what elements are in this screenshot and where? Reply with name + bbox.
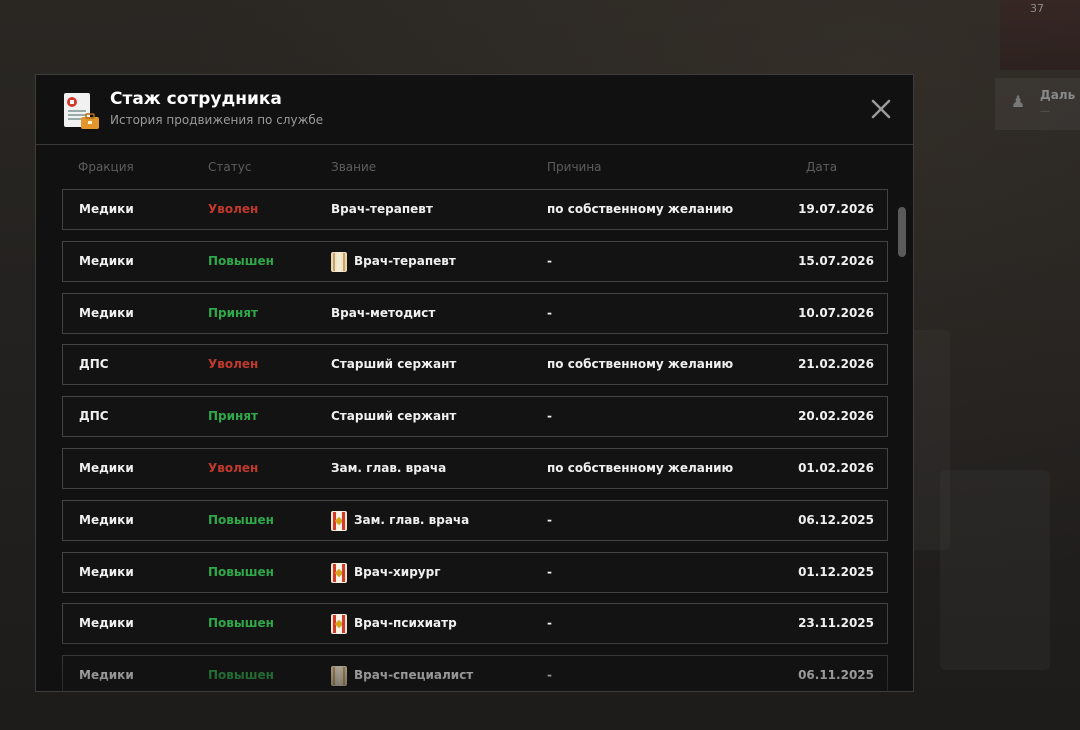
cell-reason: - [547, 513, 552, 527]
cell-status: Повышен [208, 565, 274, 579]
rank-insignia-icon [331, 613, 347, 634]
cell-reason: - [547, 668, 552, 682]
rank-label: Старший сержант [331, 357, 457, 371]
column-header-reason: Причина [547, 160, 602, 174]
column-header-status: Статус [208, 160, 252, 174]
table-row[interactable]: Медики Принят Врач-методист - 10.07.2026 [62, 293, 888, 334]
cell-rank: Врач-хирург [331, 553, 440, 592]
rank-label: Врач-терапевт [354, 254, 456, 268]
table-row[interactable]: Медики Уволен Зам. глав. врача по собственн… [62, 448, 888, 489]
cell-status: Повышен [208, 668, 274, 682]
history-list[interactable]: Медики Уволен Врач-терапевт по собственному… [62, 189, 890, 691]
cell-faction: Медики [79, 202, 134, 216]
cell-reason: - [547, 254, 552, 268]
cell-rank: Старший сержант [331, 397, 456, 436]
cell-reason: по собственному желанию [547, 357, 734, 371]
cell-rank: Зам. глав. врача [331, 501, 469, 540]
table-row[interactable]: Медики Повышен Врач-психиатр - 23.11.2025 [62, 603, 888, 644]
hud-panel-sub: — [1040, 106, 1050, 117]
cell-reason: по собственному желанию [547, 461, 734, 475]
column-header-faction: Фракция [78, 160, 134, 174]
column-header-rank: Звание [331, 160, 377, 174]
table-row[interactable]: Медики Повышен Врач-специалист - 06.11.2025 [62, 655, 888, 691]
table-row[interactable]: ДПС Принят Старший сержант - 20.02.2026 [62, 396, 888, 437]
rank-label: Врач-психиатр [354, 616, 457, 630]
rank-label: Зам. глав. врача [354, 513, 470, 527]
modal-subtitle: История продвижения по службе [110, 113, 324, 127]
cell-date: 01.12.2025 [798, 565, 874, 579]
cell-date: 15.07.2026 [798, 254, 874, 268]
rank-label: Зам. глав. врача [331, 461, 447, 475]
rank-label: Врач-хирург [354, 565, 441, 579]
cell-faction: Медики [79, 306, 134, 320]
cell-status: Уволен [208, 202, 259, 216]
background-shape [940, 470, 1050, 670]
rank-insignia-icon [331, 665, 347, 686]
rank-label: Врач-методист [331, 306, 436, 320]
cell-status: Повышен [208, 254, 274, 268]
cell-reason: по собственному желанию [547, 202, 734, 216]
modal-title: Стаж сотрудника [110, 89, 282, 109]
cell-date: 19.07.2026 [798, 202, 874, 216]
table-row[interactable]: Медики Уволен Врач-терапевт по собственному… [62, 189, 888, 230]
document-icon [64, 93, 99, 129]
scrollbar-thumb[interactable] [898, 207, 906, 257]
cell-date: 21.02.2026 [798, 357, 874, 371]
cell-status: Принят [208, 409, 258, 423]
rank-insignia-icon [331, 562, 347, 583]
cell-faction: Медики [79, 616, 134, 630]
cell-rank: Врач-методист [331, 294, 435, 333]
cell-rank: Старший сержант [331, 345, 456, 384]
rank-label: Старший сержант [331, 409, 457, 423]
table-row[interactable]: Медики Повышен Врач-хирург - 01.12.2025 [62, 552, 888, 593]
rank-label: Врач-специалист [354, 668, 474, 682]
cell-reason: - [547, 616, 552, 630]
cell-rank: Врач-специалист [331, 656, 474, 691]
service-history-modal: Стаж сотрудника История продвижения по с… [35, 74, 914, 692]
rank-insignia-icon [331, 251, 347, 272]
hud-top-text: 37 [1030, 2, 1044, 15]
cell-faction: ДПС [79, 409, 109, 423]
cell-status: Повышен [208, 616, 274, 630]
column-header-date: Дата [806, 160, 838, 174]
modal-header: Стаж сотрудника История продвижения по с… [36, 75, 913, 145]
cell-status: Уволен [208, 357, 259, 371]
cell-reason: - [547, 306, 552, 320]
table-row[interactable]: Медики Повышен Врач-терапевт - 15.07.2026 [62, 241, 888, 282]
cell-date: 20.02.2026 [798, 409, 874, 423]
cell-date: 06.12.2025 [798, 513, 874, 527]
cell-faction: Медики [79, 668, 134, 682]
table-row[interactable]: Медики Повышен Зам. глав. врача - 06.12.2025 [62, 500, 888, 541]
cell-reason: - [547, 409, 552, 423]
rank-label: Врач-терапевт [331, 202, 433, 216]
table-row[interactable]: ДПС Уволен Старший сержант по собственному … [62, 344, 888, 385]
cell-date: 10.07.2026 [798, 306, 874, 320]
cell-date: 06.11.2025 [798, 668, 874, 682]
cell-faction: Медики [79, 513, 134, 527]
cell-rank: Врач-психиатр [331, 604, 457, 643]
cell-faction: Медики [79, 461, 134, 475]
hud-panel-label: Даль [1040, 88, 1076, 102]
close-icon[interactable] [869, 97, 893, 121]
cell-rank: Врач-терапевт [331, 190, 433, 229]
cell-reason: - [547, 565, 552, 579]
cell-rank: Врач-терапевт [331, 242, 456, 281]
cell-faction: Медики [79, 565, 134, 579]
cell-status: Уволен [208, 461, 259, 475]
rank-insignia-icon [331, 510, 347, 531]
cell-rank: Зам. глав. врача [331, 449, 446, 488]
cell-faction: ДПС [79, 357, 109, 371]
cell-faction: Медики [79, 254, 134, 268]
cell-status: Повышен [208, 513, 274, 527]
cell-status: Принят [208, 306, 258, 320]
cell-date: 01.02.2026 [798, 461, 874, 475]
person-icon: ♟ [1010, 92, 1026, 111]
cell-date: 23.11.2025 [798, 616, 874, 630]
